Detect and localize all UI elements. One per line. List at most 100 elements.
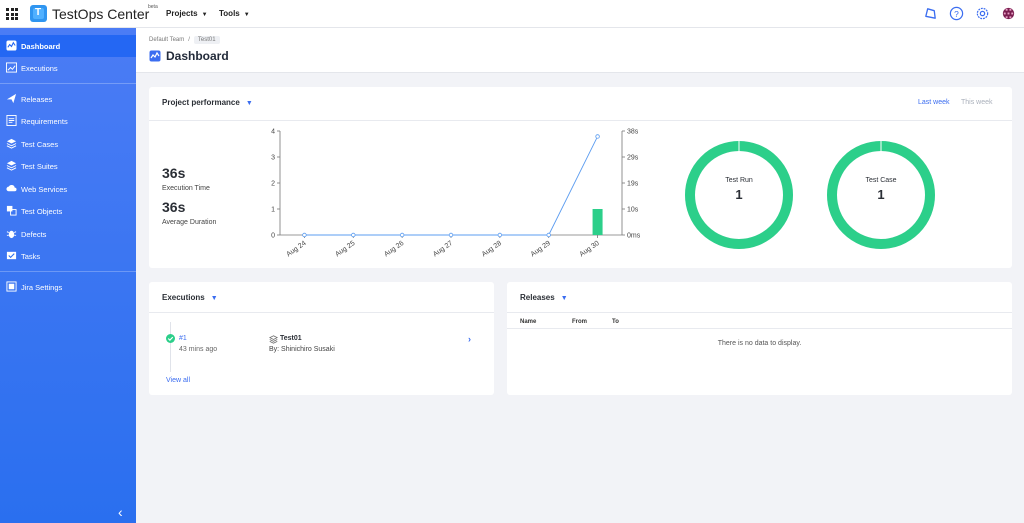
y-right-tick-label: 0ms <box>627 233 641 240</box>
collapse-sidebar-icon[interactable]: ‹ <box>118 504 123 520</box>
x-tick-label: Aug 26 <box>383 240 405 259</box>
chevron-down-icon: ▼ <box>201 12 208 18</box>
empty-state-text: There is no data to display. <box>717 340 802 347</box>
chevron-down-icon: ▼ <box>560 295 568 302</box>
sidebar-item-label: Executions <box>21 64 58 73</box>
breadcrumb-project[interactable]: Test01 <box>193 36 220 44</box>
check-circle-icon <box>166 334 175 343</box>
projects-menu-label: Projects <box>166 9 198 18</box>
line-point <box>351 232 356 238</box>
test-suite-icon <box>269 335 278 344</box>
y-right-tick-label: 29s <box>627 155 639 162</box>
executions-card: Executions ▼ #1 43 mins ago Test01 By: Sh… <box>149 282 494 395</box>
page-title: Dashboard <box>166 49 229 63</box>
sidebar-item-test-cases[interactable]: Test Cases <box>0 133 136 155</box>
svg-text:?: ? <box>954 9 959 19</box>
executions-icon <box>6 62 17 73</box>
sidebar-item-label: Dashboard <box>21 42 61 51</box>
breadcrumb-team[interactable]: Default Team <box>149 37 184 43</box>
dashboard-icon <box>149 50 161 62</box>
breadcrumb-separator: / <box>188 37 190 43</box>
test-objects-icon <box>6 205 17 216</box>
settings-icon[interactable] <box>975 6 990 21</box>
chevron-down-icon: ▼ <box>243 12 250 18</box>
sidebar-item-test-objects[interactable]: Test Objects <box>0 200 136 222</box>
x-tick-label: Aug 28 <box>481 240 503 259</box>
testops-logo-icon[interactable] <box>30 5 47 22</box>
notification-icon[interactable] <box>923 6 938 21</box>
sidebar-item-label: Test Objects <box>21 207 63 216</box>
x-tick-label: Aug 30 <box>579 240 601 259</box>
view-all-link[interactable]: View all <box>166 377 190 384</box>
y-right-tick-label: 10s <box>627 207 639 214</box>
performance-title[interactable]: Project performance ▼ <box>162 98 253 107</box>
sidebar-item-executions[interactable]: Executions <box>0 57 136 79</box>
help-icon[interactable]: ? <box>949 6 964 21</box>
test-run-label: Test Run <box>725 177 753 184</box>
sidebar-item-requirements[interactable]: Requirements <box>0 110 136 132</box>
brand-name[interactable]: TestOps Center <box>52 6 149 22</box>
jira-icon <box>6 281 17 292</box>
performance-title-label: Project performance <box>162 98 240 107</box>
column-header-name[interactable]: Name <box>520 319 536 325</box>
x-tick-label: Aug 27 <box>432 240 454 259</box>
x-tick-label: Aug 29 <box>530 240 552 259</box>
column-header-to[interactable]: To <box>612 319 619 325</box>
test-case-value: 1 <box>877 187 885 202</box>
executions-title[interactable]: Executions ▼ <box>162 293 218 302</box>
test-case-label: Test Case <box>865 177 897 184</box>
tools-menu[interactable]: Tools ▼ <box>219 9 250 18</box>
average-duration-value: 36s <box>162 199 186 215</box>
y-left-tick-label: 4 <box>271 129 275 136</box>
sidebar-item-releases[interactable]: Releases <box>0 88 136 110</box>
sidebar-divider <box>0 83 136 84</box>
releases-title[interactable]: Releases ▼ <box>520 293 568 302</box>
web-services-icon <box>6 185 17 192</box>
tab-this-week[interactable]: This week <box>961 99 993 106</box>
execution-name[interactable]: Test01 <box>280 335 302 342</box>
sidebar-item-jira-settings[interactable]: Jira Settings <box>0 276 136 298</box>
app-grid-icon[interactable] <box>6 8 18 20</box>
average-duration-label: Average Duration <box>162 219 217 226</box>
sidebar-item-label: Requirements <box>21 117 68 126</box>
duration-line <box>304 136 598 236</box>
top-bar: TestOps Center beta Projects▼ Tools▼ ? <box>0 0 1024 28</box>
sidebar-item-label: Releases <box>21 95 53 104</box>
page-header: Default Team / Test01 Dashboard <box>136 28 1024 73</box>
project-performance-card: Project performance ▼ Last week This week… <box>149 87 1012 268</box>
x-tick-label: Aug 25 <box>334 240 356 259</box>
line-point <box>595 134 600 139</box>
column-header-from[interactable]: From <box>572 319 587 325</box>
releases-icon <box>6 93 17 104</box>
sidebar-item-test-suites[interactable]: Test Suites <box>0 155 136 177</box>
breadcrumb: Default Team / Test01 <box>149 36 220 44</box>
releases-card: Releases ▼ Name From To There is no data … <box>507 282 1012 395</box>
sidebar-item-web-services[interactable]: Web Services <box>0 178 136 200</box>
y-left-tick-label: 1 <box>271 207 275 214</box>
timeline-line <box>170 322 171 372</box>
y-left-tick-label: 0 <box>271 233 275 240</box>
execution-time-label: Execution Time <box>162 185 210 192</box>
x-tick-label: Aug 24 <box>285 240 307 259</box>
y-left-tick-label: 2 <box>271 181 275 188</box>
sidebar-item-defects[interactable]: Defects <box>0 223 136 245</box>
execution-number[interactable]: #1 <box>179 335 187 342</box>
executions-title-label: Executions <box>162 293 205 302</box>
sidebar-divider <box>0 271 136 272</box>
sidebar-item-tasks[interactable]: Tasks <box>0 245 136 267</box>
execution-time-value: 36s <box>162 165 186 181</box>
sidebar-item-dashboard[interactable]: Dashboard <box>0 35 136 57</box>
chart-bar <box>592 209 603 235</box>
chevron-down-icon: ▼ <box>245 100 253 107</box>
sidebar-item-label: Jira Settings <box>21 283 63 292</box>
sidebar-item-label: Test Suites <box>21 162 58 171</box>
performance-chart: 0 1 2 3 4 0ms 10s 19s 29s 38s Aug 24 Aug 25 Aug 26 Au… <box>271 129 641 259</box>
user-avatar-icon[interactable] <box>1001 6 1016 21</box>
chevron-right-icon[interactable]: › <box>468 334 471 344</box>
sidebar-item-label: Defects <box>21 230 47 239</box>
y-left-tick-label: 3 <box>271 155 275 162</box>
tab-last-week[interactable]: Last week <box>918 99 950 106</box>
projects-menu[interactable]: Projects ▼ <box>166 9 208 18</box>
test-suites-icon <box>6 160 17 171</box>
defects-icon <box>6 230 17 239</box>
